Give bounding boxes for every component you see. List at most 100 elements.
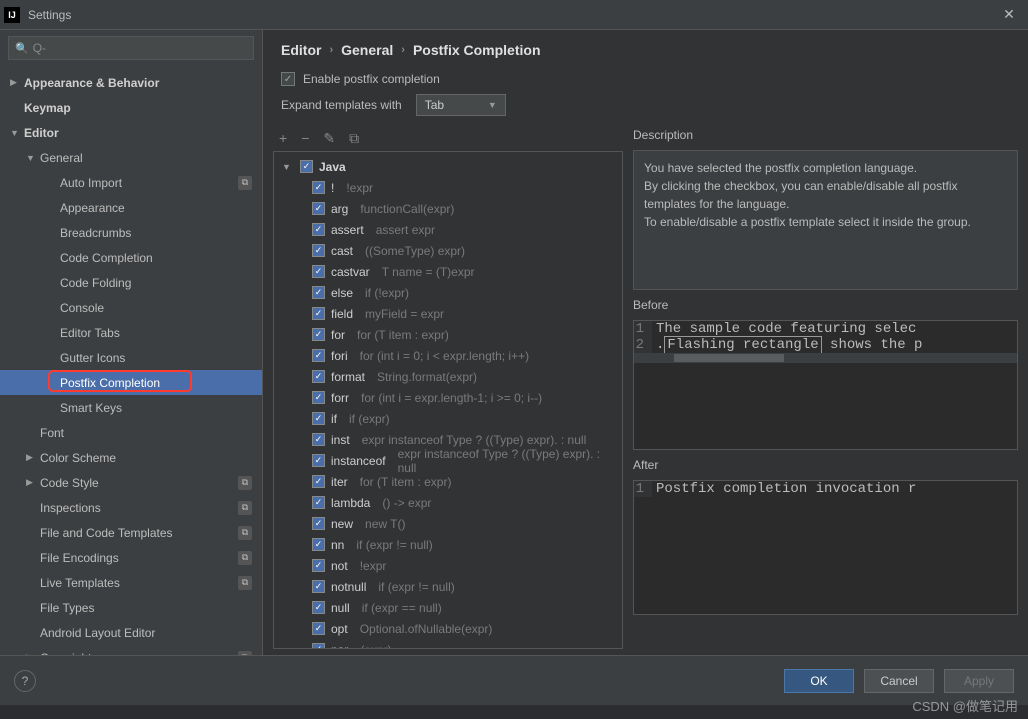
sidebar-item-file-types[interactable]: File Types <box>0 595 262 620</box>
template-item-field[interactable]: fieldmyField = expr <box>276 303 620 324</box>
template-item-assert[interactable]: assertassert expr <box>276 219 620 240</box>
settings-tree[interactable]: ▶Appearance & BehaviorKeymap▼Editor▼Gene… <box>0 66 262 655</box>
template-checkbox[interactable] <box>312 454 325 467</box>
sidebar-item-appearance[interactable]: Appearance <box>0 195 262 220</box>
crumb-editor[interactable]: Editor <box>281 42 321 58</box>
enable-checkbox[interactable] <box>281 72 295 86</box>
sidebar-item-file-and-code-templates[interactable]: File and Code Templates⧉ <box>0 520 262 545</box>
sidebar-item-console[interactable]: Console <box>0 295 262 320</box>
template-desc: for (T item : expr) <box>357 328 449 342</box>
copy-icon[interactable]: ⧉ <box>349 130 359 147</box>
sidebar-item-inspections[interactable]: Inspections⧉ <box>0 495 262 520</box>
template-checkbox[interactable] <box>312 412 325 425</box>
search-input[interactable]: 🔍 Q- <box>8 36 254 60</box>
crumb-general[interactable]: General <box>341 42 393 58</box>
template-name: lambda <box>331 496 370 510</box>
template-checkbox[interactable] <box>312 580 325 593</box>
template-checkbox[interactable] <box>312 181 325 194</box>
templates-list[interactable]: ▼Java!!exprargfunctionCall(expr)assertas… <box>273 151 623 649</box>
template-checkbox[interactable] <box>312 202 325 215</box>
dialog-footer: ? OK Cancel Apply <box>0 655 1028 705</box>
template-checkbox[interactable] <box>312 538 325 551</box>
template-item-par[interactable]: par(expr) <box>276 639 620 649</box>
template-name: for <box>331 328 345 342</box>
template-checkbox[interactable] <box>312 307 325 320</box>
template-item-notnull[interactable]: notnullif (expr != null) <box>276 576 620 597</box>
sidebar-item-breadcrumbs[interactable]: Breadcrumbs <box>0 220 262 245</box>
template-item-castvar[interactable]: castvarT name = (T)expr <box>276 261 620 282</box>
template-item-format[interactable]: formatString.format(expr) <box>276 366 620 387</box>
template-checkbox[interactable] <box>312 349 325 362</box>
template-checkbox[interactable] <box>312 265 325 278</box>
sidebar-item-appearance-behavior[interactable]: ▶Appearance & Behavior <box>0 70 262 95</box>
template-checkbox[interactable] <box>312 391 325 404</box>
sidebar-item-label: Android Layout Editor <box>40 626 262 640</box>
sidebar-item-color-scheme[interactable]: ▶Color Scheme <box>0 445 262 470</box>
template-checkbox[interactable] <box>312 643 325 649</box>
group-checkbox[interactable] <box>300 160 313 173</box>
sidebar-item-font[interactable]: Font <box>0 420 262 445</box>
template-checkbox[interactable] <box>312 433 325 446</box>
sidebar-item-label: Font <box>40 426 262 440</box>
cancel-button[interactable]: Cancel <box>864 669 934 693</box>
template-item-nn[interactable]: nnif (expr != null) <box>276 534 620 555</box>
close-icon[interactable]: ✕ <box>994 6 1024 23</box>
sidebar-item-smart-keys[interactable]: Smart Keys <box>0 395 262 420</box>
template-item-not[interactable]: not!expr <box>276 555 620 576</box>
sidebar-item-file-encodings[interactable]: File Encodings⧉ <box>0 545 262 570</box>
template-checkbox[interactable] <box>312 475 325 488</box>
template-desc: !expr <box>346 181 373 195</box>
sidebar-item-editor-tabs[interactable]: Editor Tabs <box>0 320 262 345</box>
template-item-for[interactable]: for for (T item : expr) <box>276 324 620 345</box>
sidebar-item-postfix-completion[interactable]: Postfix Completion <box>0 370 262 395</box>
sidebar-item-code-folding[interactable]: Code Folding <box>0 270 262 295</box>
template-item-forr[interactable]: forrfor (int i = expr.length-1; i >= 0; … <box>276 387 620 408</box>
template-checkbox[interactable] <box>312 328 325 341</box>
template-desc: myField = expr <box>365 307 444 321</box>
sidebar-item-android-layout-editor[interactable]: Android Layout Editor <box>0 620 262 645</box>
tree-arrow-icon: ▶ <box>10 77 24 88</box>
template-item-null[interactable]: nullif (expr == null) <box>276 597 620 618</box>
template-checkbox[interactable] <box>312 601 325 614</box>
template-checkbox[interactable] <box>312 517 325 530</box>
sidebar-item-label: Console <box>60 301 262 315</box>
sidebar-item-code-completion[interactable]: Code Completion <box>0 245 262 270</box>
sidebar-item-auto-import[interactable]: Auto Import⧉ <box>0 170 262 195</box>
sidebar-item-keymap[interactable]: Keymap <box>0 95 262 120</box>
template-item-instanceof[interactable]: instanceofexpr instanceof Type ? ((Type)… <box>276 450 620 471</box>
template-checkbox[interactable] <box>312 286 325 299</box>
sidebar-item-general[interactable]: ▼General <box>0 145 262 170</box>
sidebar-item-live-templates[interactable]: Live Templates⧉ <box>0 570 262 595</box>
template-checkbox[interactable] <box>312 496 325 509</box>
template-checkbox[interactable] <box>312 244 325 257</box>
main-area: 🔍 Q- ▶Appearance & BehaviorKeymap▼Editor… <box>0 30 1028 655</box>
sidebar-item-gutter-icons[interactable]: Gutter Icons <box>0 345 262 370</box>
template-checkbox[interactable] <box>312 370 325 383</box>
template-item-new[interactable]: newnew T() <box>276 513 620 534</box>
apply-button[interactable]: Apply <box>944 669 1014 693</box>
template-checkbox[interactable] <box>312 622 325 635</box>
template-checkbox[interactable] <box>312 223 325 236</box>
template-item-arg[interactable]: argfunctionCall(expr) <box>276 198 620 219</box>
template-item-cast[interactable]: cast((SomeType) expr) <box>276 240 620 261</box>
template-item-fori[interactable]: forifor (int i = 0; i < expr.length; i++… <box>276 345 620 366</box>
before-scrollbar[interactable] <box>634 353 1017 363</box>
template-group-java[interactable]: ▼Java <box>276 156 620 177</box>
ok-button[interactable]: OK <box>784 669 854 693</box>
help-icon[interactable]: ? <box>14 670 36 692</box>
remove-icon[interactable]: − <box>301 130 309 147</box>
template-item--[interactable]: !!expr <box>276 177 620 198</box>
template-desc: functionCall(expr) <box>360 202 454 216</box>
template-item-lambda[interactable]: lambda() -> expr <box>276 492 620 513</box>
template-checkbox[interactable] <box>312 559 325 572</box>
add-icon[interactable]: + <box>279 130 287 147</box>
template-item-opt[interactable]: optOptional.ofNullable(expr) <box>276 618 620 639</box>
after-panel: 1 Postfix completion invocation r <box>633 480 1018 615</box>
sidebar-item-code-style[interactable]: ▶Code Style⧉ <box>0 470 262 495</box>
template-item-else[interactable]: elseif (!expr) <box>276 282 620 303</box>
sidebar-item-editor[interactable]: ▼Editor <box>0 120 262 145</box>
template-item-if[interactable]: ifif (expr) <box>276 408 620 429</box>
expand-dropdown[interactable]: Tab ▼ <box>416 94 506 116</box>
edit-icon[interactable]: ✎ <box>323 130 335 147</box>
sidebar-item-copyright[interactable]: ▶Copyright⧉ <box>0 645 262 655</box>
